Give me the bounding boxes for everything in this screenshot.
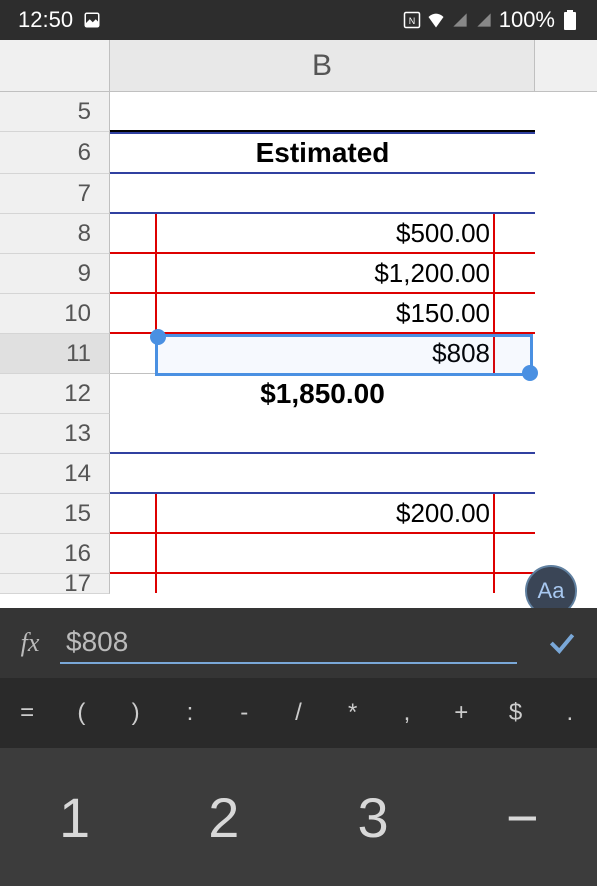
key-slash[interactable]: / (271, 687, 325, 739)
cell-b17[interactable] (110, 574, 535, 594)
formula-bar: fx (0, 608, 597, 678)
cell-b7[interactable] (110, 174, 535, 214)
row-header-8[interactable]: 8 (0, 214, 110, 254)
fx-icon: fx (0, 628, 60, 658)
row-header-12[interactable]: 12 (0, 374, 110, 414)
row-header-9[interactable]: 9 (0, 254, 110, 294)
cell-b12[interactable]: $1,850.00 (110, 374, 535, 414)
symbol-keyboard-row: = ( ) : - / * , + $ . (0, 678, 597, 748)
cell-b11-value: $808 (432, 338, 490, 369)
cell-b15[interactable]: $200.00 (110, 494, 535, 534)
key-star[interactable]: * (326, 687, 380, 739)
row-header-5[interactable]: 5 (0, 92, 110, 132)
row-header-15[interactable]: 15 (0, 494, 110, 534)
key-lparen[interactable]: ( (54, 687, 108, 739)
status-time: 12:50 (18, 7, 73, 33)
cell-b15-value: $200.00 (396, 498, 490, 529)
aa-icon: Aa (538, 578, 565, 604)
row-header-6[interactable]: 6 (0, 132, 110, 174)
cell-b14[interactable] (110, 454, 535, 494)
signal-icon-1 (451, 11, 469, 29)
key-colon[interactable]: : (163, 687, 217, 739)
key-comma[interactable]: , (380, 687, 434, 739)
key-subtract[interactable]: − (448, 748, 597, 886)
row-header-14[interactable]: 14 (0, 454, 110, 494)
corner-cell[interactable] (0, 40, 110, 91)
status-bar: 12:50 N 100% (0, 0, 597, 40)
key-equals[interactable]: = (0, 687, 54, 739)
cell-b11[interactable]: $808 (110, 334, 535, 374)
spreadsheet-grid[interactable]: B 5 6 Estimated 7 8 $500.00 9 $1,200.00 … (0, 40, 597, 608)
battery-percent: 100% (499, 7, 555, 33)
formula-input[interactable] (60, 622, 433, 662)
cell-b8[interactable]: $500.00 (110, 214, 535, 254)
key-dollar[interactable]: $ (488, 687, 542, 739)
svg-text:N: N (408, 16, 415, 26)
image-icon (83, 11, 101, 29)
row-header-10[interactable]: 10 (0, 294, 110, 334)
key-plus[interactable]: + (434, 687, 488, 739)
confirm-button[interactable] (527, 608, 597, 678)
cell-b10-value: $150.00 (396, 298, 490, 329)
row-header-13[interactable]: 13 (0, 414, 110, 454)
key-1[interactable]: 1 (0, 748, 149, 886)
cell-b8-value: $500.00 (396, 218, 490, 249)
cell-b9-value: $1,200.00 (374, 258, 490, 289)
cell-b9[interactable]: $1,200.00 (110, 254, 535, 294)
cell-b13[interactable] (110, 414, 535, 454)
numeric-keypad: 1 2 3 − (0, 748, 597, 886)
cell-b5[interactable] (110, 92, 535, 132)
cell-b10[interactable]: $150.00 (110, 294, 535, 334)
row-header-7[interactable]: 7 (0, 174, 110, 214)
key-minus[interactable]: - (217, 687, 271, 739)
check-icon (546, 627, 578, 659)
text-format-fab[interactable]: Aa (525, 565, 577, 608)
nfc-icon: N (403, 11, 421, 29)
key-3[interactable]: 3 (299, 748, 448, 886)
cell-b6[interactable]: Estimated (110, 132, 535, 174)
signal-icon-2 (475, 11, 493, 29)
wifi-icon (427, 11, 445, 29)
column-header-b[interactable]: B (110, 40, 535, 91)
column-header-c[interactable] (535, 40, 597, 91)
row-header-16[interactable]: 16 (0, 534, 110, 574)
row-header-17[interactable]: 17 (0, 574, 110, 594)
key-dot[interactable]: . (543, 687, 597, 739)
cell-b16[interactable] (110, 534, 535, 574)
row-header-11[interactable]: 11 (0, 334, 110, 374)
key-2[interactable]: 2 (149, 748, 298, 886)
key-rparen[interactable]: ) (109, 687, 163, 739)
battery-icon (561, 11, 579, 29)
